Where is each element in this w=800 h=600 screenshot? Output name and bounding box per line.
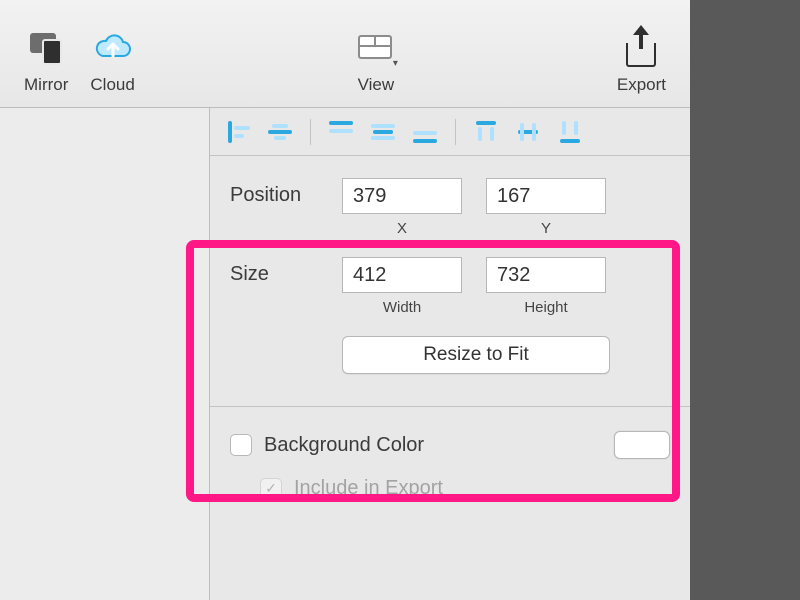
background-color-row: Background Color bbox=[230, 427, 670, 477]
position-row: Position X Y bbox=[230, 178, 670, 237]
export-icon bbox=[621, 31, 661, 67]
view-label: View bbox=[358, 75, 395, 95]
layer-list-panel bbox=[0, 108, 210, 600]
size-width-sublabel: Width bbox=[383, 299, 421, 316]
align-middle-button[interactable] bbox=[369, 121, 397, 143]
background-color-label: Background Color bbox=[264, 434, 602, 457]
mirror-button[interactable]: Mirror bbox=[24, 31, 68, 95]
size-label: Size bbox=[230, 257, 342, 286]
chevron-down-icon: ▾ bbox=[393, 58, 398, 69]
toolbar: Mirror Cloud ▾ View bbox=[0, 0, 690, 108]
mirror-icon bbox=[26, 31, 66, 67]
size-height-sublabel: Height bbox=[524, 299, 567, 316]
position-x-input[interactable] bbox=[342, 178, 462, 214]
include-in-export-row: ✓ Include in Export bbox=[230, 477, 670, 500]
align-top-button[interactable] bbox=[327, 121, 355, 143]
position-label: Position bbox=[230, 178, 342, 207]
align-bottom-button[interactable] bbox=[411, 121, 439, 143]
alignment-toolbar bbox=[210, 108, 690, 156]
position-x-sublabel: X bbox=[397, 220, 407, 237]
cloud-upload-icon bbox=[93, 31, 133, 67]
align-left-button[interactable] bbox=[224, 121, 252, 143]
include-in-export-checkbox[interactable]: ✓ bbox=[260, 478, 282, 500]
export-label: Export bbox=[617, 75, 666, 95]
background-color-swatch[interactable] bbox=[614, 431, 670, 459]
size-width-input[interactable] bbox=[342, 257, 462, 293]
position-y-input[interactable] bbox=[486, 178, 606, 214]
inspector-panel: Position X Y Size bbox=[210, 108, 690, 600]
resize-to-fit-button[interactable]: Resize to Fit bbox=[342, 336, 610, 374]
distribute-top-button[interactable] bbox=[472, 121, 500, 143]
export-button[interactable]: Export bbox=[617, 31, 666, 95]
layout-view-icon: ▾ bbox=[356, 31, 396, 67]
size-row: Size Width Height bbox=[230, 257, 670, 316]
position-y-sublabel: Y bbox=[541, 220, 551, 237]
cloud-label: Cloud bbox=[90, 75, 134, 95]
distribute-middle-button[interactable] bbox=[514, 121, 542, 143]
mirror-label: Mirror bbox=[24, 75, 68, 95]
align-center-h-button[interactable] bbox=[266, 121, 294, 143]
section-divider bbox=[210, 406, 690, 407]
distribute-bottom-button[interactable] bbox=[556, 121, 584, 143]
background-color-checkbox[interactable] bbox=[230, 434, 252, 456]
size-height-input[interactable] bbox=[486, 257, 606, 293]
view-button[interactable]: ▾ View bbox=[356, 31, 396, 95]
include-in-export-label: Include in Export bbox=[294, 477, 443, 500]
cloud-button[interactable]: Cloud bbox=[90, 31, 134, 95]
